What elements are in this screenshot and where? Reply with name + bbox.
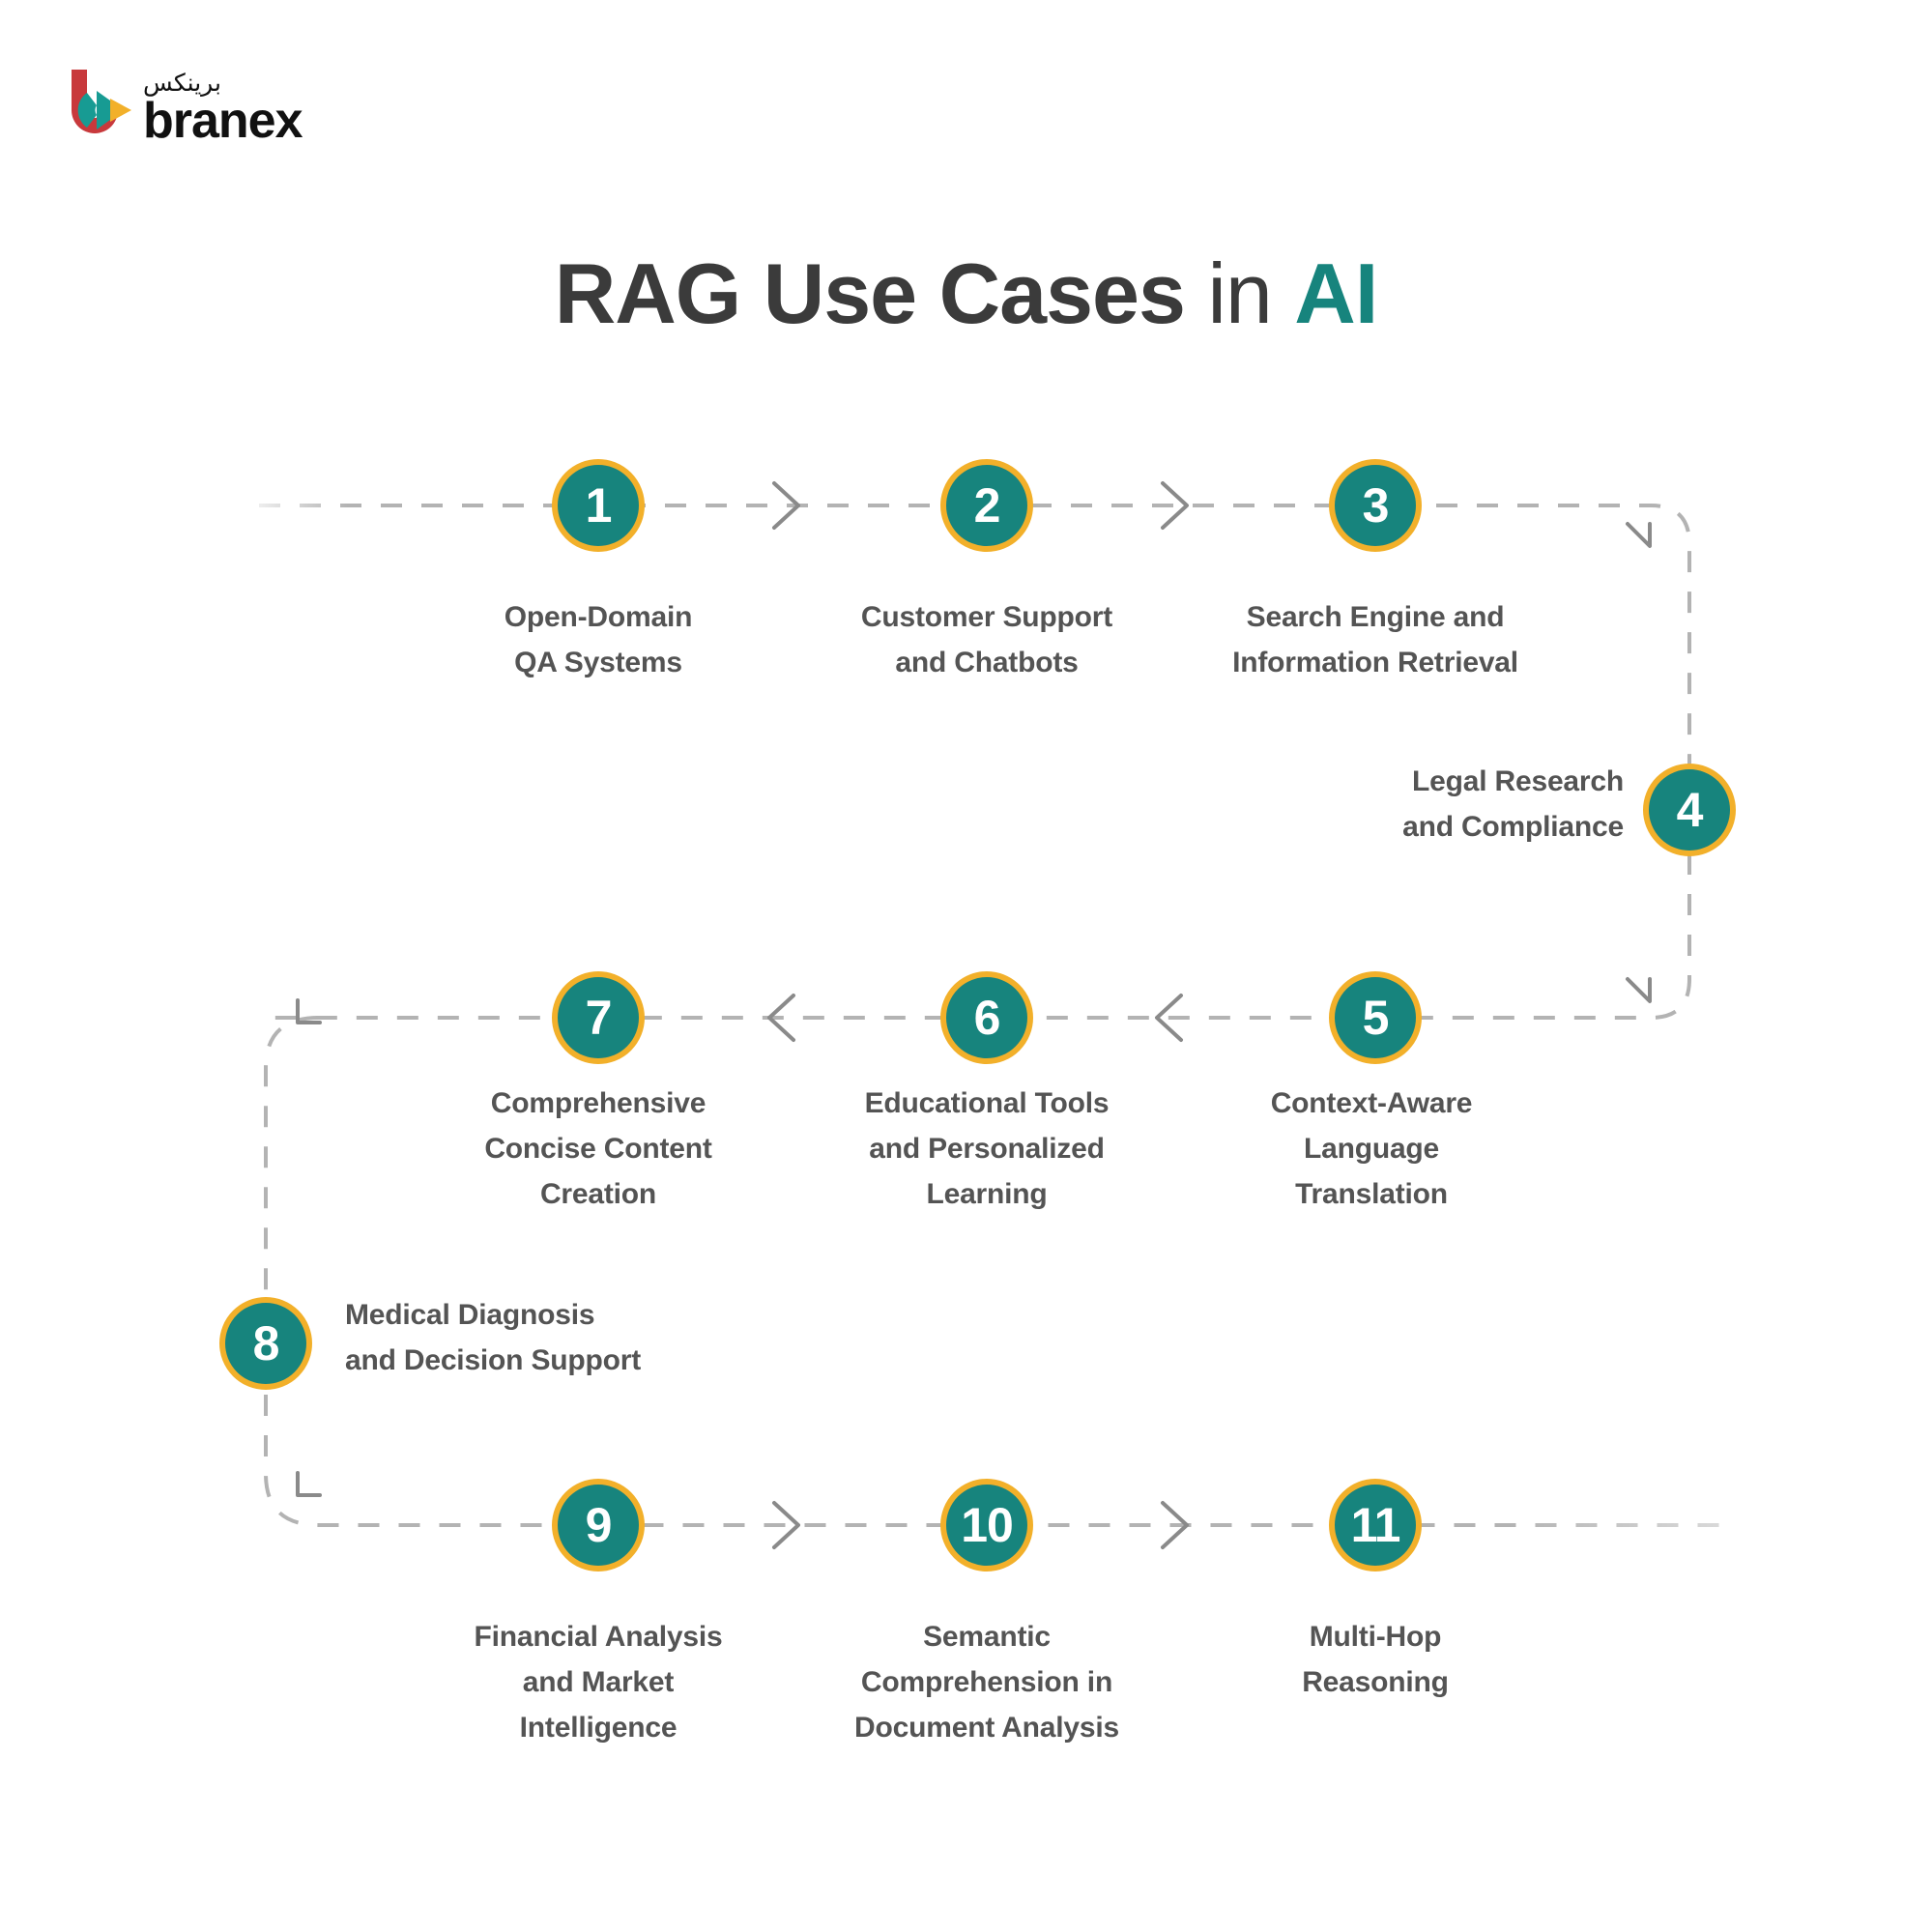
step-number-6: 6 [973,991,1001,1045]
step-number-10: 10 [961,1498,1014,1552]
step-node-6[interactable]: 6 [940,971,1033,1064]
fade-left [232,478,348,536]
step-number-4: 4 [1676,783,1704,837]
step-number-2: 2 [973,478,1001,533]
step-label-6: Educational Tools and Personalized Learn… [864,1087,1110,1210]
step-node-11[interactable]: 11 [1329,1479,1422,1572]
step-number-1: 1 [585,478,613,533]
arrow-right-2-3 [1161,481,1189,530]
arrow-corner-bottom-right [1626,977,1652,1003]
step-number-7: 7 [585,991,613,1045]
step-node-9[interactable]: 9 [552,1479,645,1572]
step-label-5: Context-Aware Language Translation [1270,1087,1473,1210]
branex-logo: برينكس branex [64,60,305,149]
arrow-right-10-11 [1161,1501,1189,1549]
step-number-3: 3 [1362,478,1390,533]
step-label-10: Semantic Comprehension in Document Analy… [854,1621,1119,1744]
step-node-4[interactable]: 4 [1643,764,1736,856]
step-label-9: Financial Analysis and Market Intelligen… [474,1621,723,1744]
step-node-5[interactable]: 5 [1329,971,1422,1064]
arrow-right-9-10 [772,1501,800,1549]
step-number-11: 11 [1350,1498,1401,1552]
connector-row2-left-curve [264,1016,320,1290]
step-node-3[interactable]: 3 [1329,459,1422,552]
title-part-3: AI [1294,245,1378,341]
step-label-3: Search Engine and Information Retrieval [1232,601,1518,678]
step-number-5: 5 [1362,991,1390,1045]
step-node-8[interactable]: 8 [219,1297,312,1390]
step-label-1: Open-Domain QA Systems [504,601,693,678]
arrow-corner-top-right [1626,522,1652,548]
step-label-4: Legal Research and Compliance [1402,765,1624,843]
step-node-7[interactable]: 7 [552,971,645,1064]
step-label-2: Customer Support and Chatbots [860,601,1113,678]
page-title: RAG Use Cases in AI [0,244,1932,344]
step-node-10[interactable]: 10 [940,1479,1033,1572]
step-number-9: 9 [585,1498,613,1552]
fade-right [1508,1496,1932,1554]
arrow-right-1-2 [772,481,800,530]
arrow-left-6-7 [767,994,795,1042]
step-label-7: Comprehensive Concise Content Creation [484,1087,712,1210]
branex-logo-icon [72,70,131,133]
arrow-corner-bottom-left [296,1471,322,1497]
arrow-corner-top-left [296,998,322,1024]
step-node-2[interactable]: 2 [940,459,1033,552]
brand-name: branex [143,93,303,145]
step-node-1[interactable]: 1 [552,459,645,552]
step-number-8: 8 [252,1316,280,1370]
step-label-8: Medical Diagnosis and Decision Support [345,1299,642,1376]
arrow-left-5-6 [1155,994,1183,1042]
title-part-1: RAG Use Cases [554,245,1186,341]
step-label-11: Multi-Hop Reasoning [1302,1621,1449,1698]
title-part-2: in [1207,245,1272,341]
